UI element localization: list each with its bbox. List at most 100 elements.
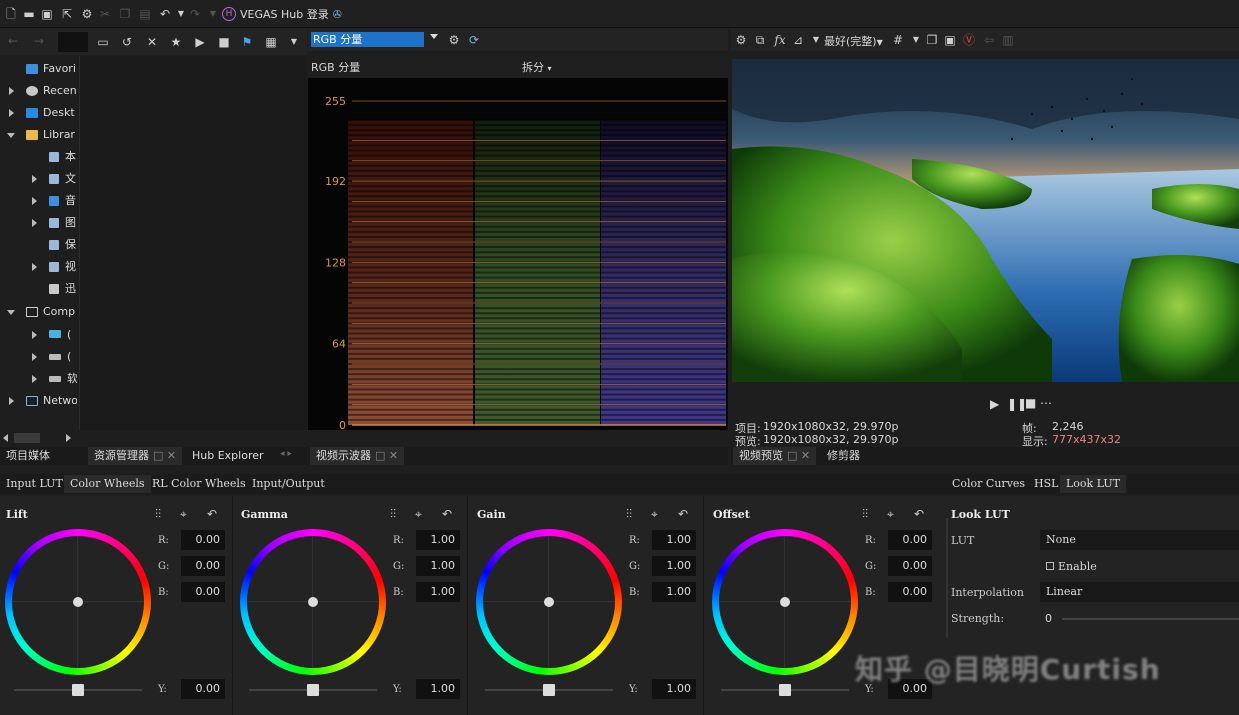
expand-icon[interactable]: [9, 397, 14, 405]
tab-trimmer[interactable]: 修剪器: [821, 447, 866, 465]
tab-video-preview[interactable]: 视频预览 □ ✕: [733, 447, 817, 465]
blue-value-field[interactable]: 1.00: [652, 582, 696, 602]
color-wheel[interactable]: [240, 529, 386, 675]
new-file-icon[interactable]: 🗋: [4, 7, 18, 21]
red-value-field[interactable]: 1.00: [416, 530, 460, 550]
expand-icon[interactable]: [32, 219, 37, 227]
split-screen-icon[interactable]: ⊿: [791, 33, 805, 47]
color-wheel[interactable]: [5, 529, 151, 675]
reset-icon[interactable]: ↶: [914, 507, 924, 521]
luma-value-field[interactable]: 0.00: [181, 679, 225, 699]
green-value-field[interactable]: 1.00: [652, 556, 696, 576]
reset-icon[interactable]: ↶: [442, 507, 452, 521]
scroll-thumb[interactable]: [14, 433, 40, 443]
stop-icon[interactable]: ■: [217, 35, 231, 49]
wheel-handle[interactable]: [308, 597, 318, 607]
split-toggle[interactable]: 拆分 ▾: [522, 59, 552, 75]
blue-value-field[interactable]: 0.00: [888, 582, 932, 602]
wheel-handle[interactable]: [544, 597, 554, 607]
tree-item-libraries[interactable]: Librar: [0, 125, 77, 145]
expand-icon[interactable]: [32, 175, 37, 183]
cut-icon[interactable]: ✂: [98, 7, 112, 21]
tab-scroll-icon[interactable]: ◂ ▸: [280, 449, 292, 459]
expand-icon[interactable]: [32, 197, 37, 205]
split-dropdown-icon[interactable]: ▼: [809, 33, 823, 47]
paste-icon[interactable]: ▤: [138, 7, 152, 21]
more-icon[interactable]: ⋯: [1040, 396, 1052, 410]
save-icon[interactable]: ▣: [40, 7, 54, 21]
picker-icon[interactable]: ⌖: [651, 507, 658, 522]
tab-explorer[interactable]: 资源管理器 □ ✕: [88, 447, 183, 465]
video-preview-frame[interactable]: [732, 59, 1239, 382]
enable-checkbox[interactable]: Enable: [1046, 560, 1097, 573]
auto-preview-icon[interactable]: ⚑: [240, 35, 254, 49]
open-folder-icon[interactable]: ▬: [22, 7, 36, 21]
play-icon[interactable]: ▶: [193, 35, 207, 49]
copy-icon[interactable]: ❐: [118, 7, 132, 21]
strength-slider[interactable]: [1062, 618, 1239, 620]
red-value-field[interactable]: 0.00: [888, 530, 932, 550]
sliders-icon[interactable]: ⫶⫶: [155, 507, 161, 522]
red-value-field[interactable]: 1.00: [652, 530, 696, 550]
expand-icon[interactable]: [9, 87, 14, 95]
undo-icon[interactable]: ↶: [158, 7, 172, 21]
refresh-icon[interactable]: ↺: [120, 35, 134, 49]
collapse-icon[interactable]: [7, 133, 15, 138]
color-wheel[interactable]: [476, 529, 622, 675]
picker-icon[interactable]: ⌖: [180, 507, 187, 522]
tab-rl-color-wheels[interactable]: RL Color Wheels: [146, 475, 252, 493]
stop-icon[interactable]: ■: [1025, 396, 1036, 410]
tree-item-library-sub[interactable]: 文: [0, 169, 77, 189]
copy-snapshot-icon[interactable]: ❐: [925, 33, 939, 47]
tab-color-curves[interactable]: Color Curves: [946, 475, 1031, 493]
tab-hub-explorer[interactable]: Hub Explorer: [186, 447, 270, 465]
tree-item-computer[interactable]: Comp: [0, 302, 77, 322]
path-field[interactable]: [58, 32, 88, 52]
luma-value-field[interactable]: 1.00: [652, 679, 696, 699]
overlays-icon[interactable]: #: [891, 33, 905, 47]
tab-project-media[interactable]: 项目媒体: [0, 447, 56, 465]
luma-slider-knob[interactable]: [72, 684, 84, 696]
tree-item-library-sub[interactable]: 音: [0, 191, 77, 211]
tree-item-library-sub[interactable]: 本: [0, 147, 77, 167]
views-icon[interactable]: ▦: [264, 35, 278, 49]
settings-icon[interactable]: ⚙: [80, 7, 94, 21]
scroll-right-icon[interactable]: [66, 434, 71, 442]
luma-slider-knob[interactable]: [779, 684, 791, 696]
save-snapshot-icon[interactable]: ▣: [943, 33, 957, 47]
back-frame-icon[interactable]: ⇦: [982, 33, 996, 47]
sliders-icon[interactable]: ⫶⫶: [390, 507, 396, 522]
wheel-handle[interactable]: [73, 597, 83, 607]
scope-update-icon[interactable]: ⟳: [467, 33, 481, 47]
tree-item-library-sub[interactable]: 保: [0, 235, 77, 255]
wheel-handle[interactable]: [780, 597, 790, 607]
tree-item-favorites[interactable]: Favori: [0, 59, 77, 79]
tree-item-library-sub[interactable]: 图: [0, 213, 77, 233]
external-monitor-icon[interactable]: ⧉: [753, 33, 767, 47]
play-icon[interactable]: ▶: [990, 397, 999, 411]
views-dropdown-icon[interactable]: ▼: [287, 35, 301, 49]
export-icon[interactable]: ⇱: [60, 7, 74, 21]
tab-hsl[interactable]: HSL: [1028, 475, 1064, 493]
back-icon[interactable]: ←: [6, 34, 20, 48]
overlays-dropdown-icon[interactable]: ▼: [909, 33, 923, 47]
forward-icon[interactable]: →: [32, 34, 46, 48]
sliders-icon[interactable]: ⫶⫶: [862, 507, 868, 522]
reset-icon[interactable]: ↶: [207, 507, 217, 521]
tree-item-library-sub[interactable]: 迅: [0, 279, 77, 299]
green-value-field[interactable]: 1.00: [416, 556, 460, 576]
tab-input-output[interactable]: Input/Output: [246, 475, 331, 493]
tab-video-scopes[interactable]: 视频示波器 □ ✕: [310, 447, 405, 465]
vegas-hub-login[interactable]: H VEGAS Hub 登录 ✇: [222, 6, 342, 22]
luma-value-field[interactable]: 1.00: [416, 679, 460, 699]
tree-item-network[interactable]: Netwo: [0, 391, 77, 411]
expand-icon[interactable]: [9, 109, 14, 117]
folder-icon[interactable]: ▭: [96, 35, 110, 49]
lut-select[interactable]: None: [1040, 530, 1239, 550]
tree-item-desktop[interactable]: Deskt: [0, 103, 77, 123]
grid-icon[interactable]: ▥: [1001, 33, 1015, 47]
redo-dropdown-icon[interactable]: ▼: [206, 7, 220, 21]
tree-h-scrollbar[interactable]: [0, 430, 77, 446]
tree-item-recent[interactable]: Recen: [0, 81, 77, 101]
luma-slider-knob[interactable]: [543, 684, 555, 696]
